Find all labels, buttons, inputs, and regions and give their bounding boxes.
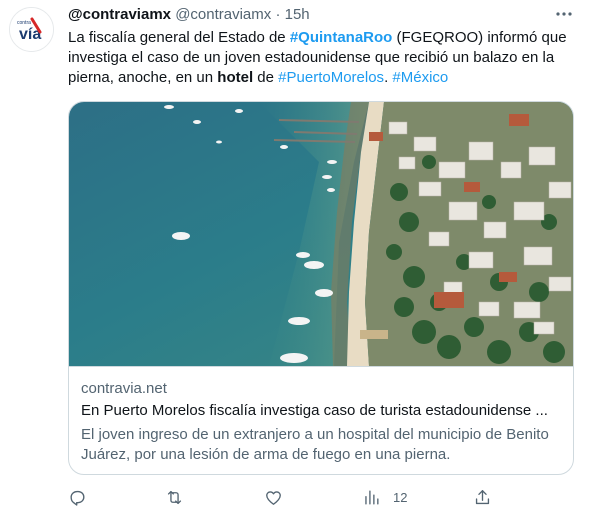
card-image[interactable] [69, 102, 573, 366]
contravia-logo: contra vía [10, 8, 53, 51]
author-handle[interactable]: @contraviamx [175, 6, 271, 23]
reply-button[interactable] [68, 486, 87, 508]
hashtag-mexico[interactable]: #México [392, 69, 448, 86]
tweet-text: La fiscalía general del Estado de #Quint… [68, 28, 573, 88]
tweet-text-part: de [253, 69, 279, 86]
card-domain: contravia.net [81, 380, 167, 397]
author-name[interactable]: @contraviamx [68, 6, 171, 23]
more-options-icon[interactable] [554, 6, 574, 22]
tweet-text-part: La fiscalía general del Estado de [68, 29, 290, 46]
share-button[interactable] [473, 486, 492, 508]
heart-icon [266, 490, 281, 505]
retweet-icon [167, 490, 182, 504]
bold-word: hotel [217, 69, 254, 86]
like-button[interactable] [264, 486, 283, 508]
tweet-time[interactable]: 15h [285, 6, 310, 23]
tweet-header: @contraviamx @contraviamx · 15h [68, 5, 572, 27]
hashtag-quintanaroo[interactable]: #QuintanaRoo [290, 29, 393, 46]
link-card[interactable]: contravia.net En Puerto Morelos fiscalía… [68, 101, 574, 475]
retweet-button[interactable] [165, 486, 184, 508]
share-icon [475, 489, 490, 504]
tweet[interactable]: contra vía @contraviamx @contraviamx · 1… [0, 0, 592, 523]
card-description: El joven ingreso de un extranjero a un h… [81, 426, 549, 463]
reply-icon [70, 490, 85, 506]
card-body[interactable]: contravia.net En Puerto Morelos fiscalía… [69, 366, 573, 474]
card-title: En Puerto Morelos fiscalía investiga cas… [81, 402, 548, 419]
avatar[interactable]: contra vía [9, 7, 54, 52]
action-bar: 12 [68, 486, 573, 508]
separator-dot: · [275, 6, 281, 23]
views-icon [365, 489, 379, 505]
hashtag-puertomorelos[interactable]: #PuertoMorelos [278, 69, 384, 86]
views-count: 12 [393, 489, 408, 505]
views-button[interactable]: 12 [362, 486, 407, 508]
